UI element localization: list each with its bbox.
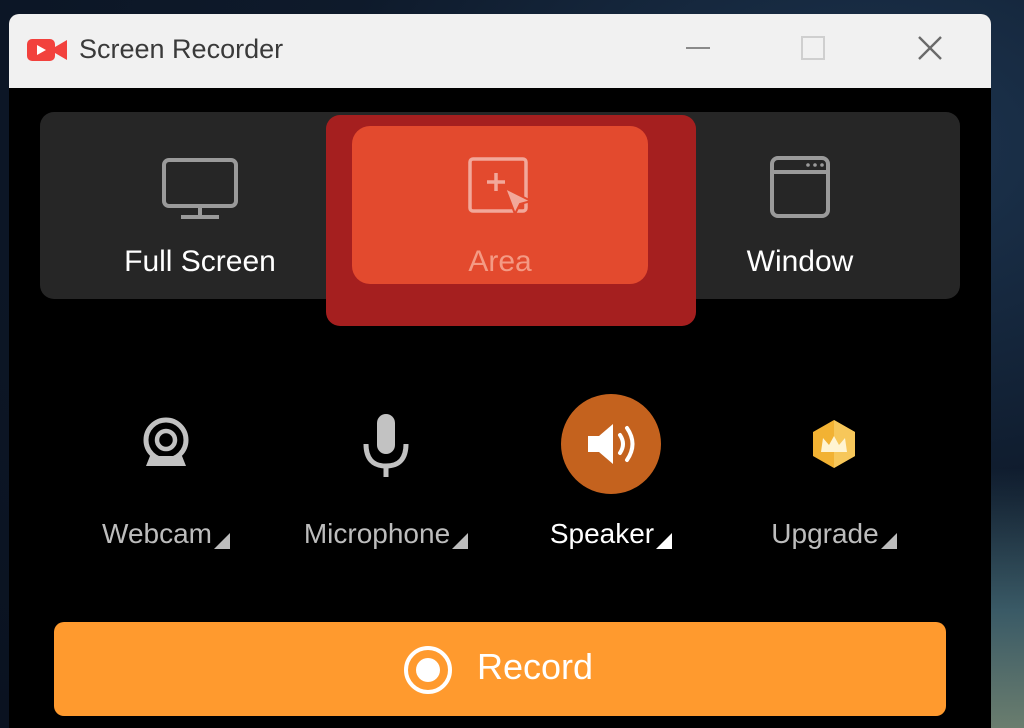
microphone-dropdown-caret-icon[interactable] <box>452 533 469 549</box>
maximize-icon[interactable] <box>791 30 835 70</box>
speaker-dropdown-caret-icon[interactable] <box>656 533 673 549</box>
full-screen-mode-button[interactable]: Full Screen <box>40 112 360 299</box>
record-label: Record <box>477 646 594 687</box>
upgrade-dropdown-caret-icon[interactable] <box>880 533 897 549</box>
webcam-label: Webcam <box>102 518 212 549</box>
upgrade-button[interactable]: Upgrade <box>724 394 944 564</box>
window-icon <box>770 156 830 223</box>
video-camera-icon <box>27 36 69 69</box>
window-title: Screen Recorder <box>79 34 284 64</box>
webcam-dropdown-caret-icon[interactable] <box>213 533 230 549</box>
microphone-icon <box>336 394 436 499</box>
minimize-icon[interactable] <box>676 30 720 70</box>
area-mode-button[interactable]: Area <box>352 126 648 284</box>
microphone-label: Microphone <box>303 518 451 549</box>
microphone-toggle[interactable]: Microphone <box>276 394 496 564</box>
upgrade-label: Upgrade <box>771 518 879 549</box>
record-icon <box>402 644 454 701</box>
title-bar: Screen Recorder <box>9 14 991 88</box>
webcam-toggle[interactable]: Webcam <box>56 394 276 564</box>
speaker-icon <box>561 394 661 499</box>
area-label: Area <box>468 245 532 278</box>
close-icon[interactable] <box>908 30 952 70</box>
record-button[interactable]: Record <box>54 622 946 716</box>
screen-recorder-window: Screen Recorder Full Screen Window Area … <box>9 14 991 728</box>
webcam-icon <box>116 394 216 499</box>
full-screen-label: Full Screen <box>124 245 276 278</box>
crown-icon <box>784 394 884 499</box>
speaker-toggle[interactable]: Speaker <box>501 394 721 564</box>
speaker-label: Speaker <box>549 518 655 549</box>
area-select-icon <box>467 156 534 223</box>
monitor-icon <box>161 157 239 226</box>
